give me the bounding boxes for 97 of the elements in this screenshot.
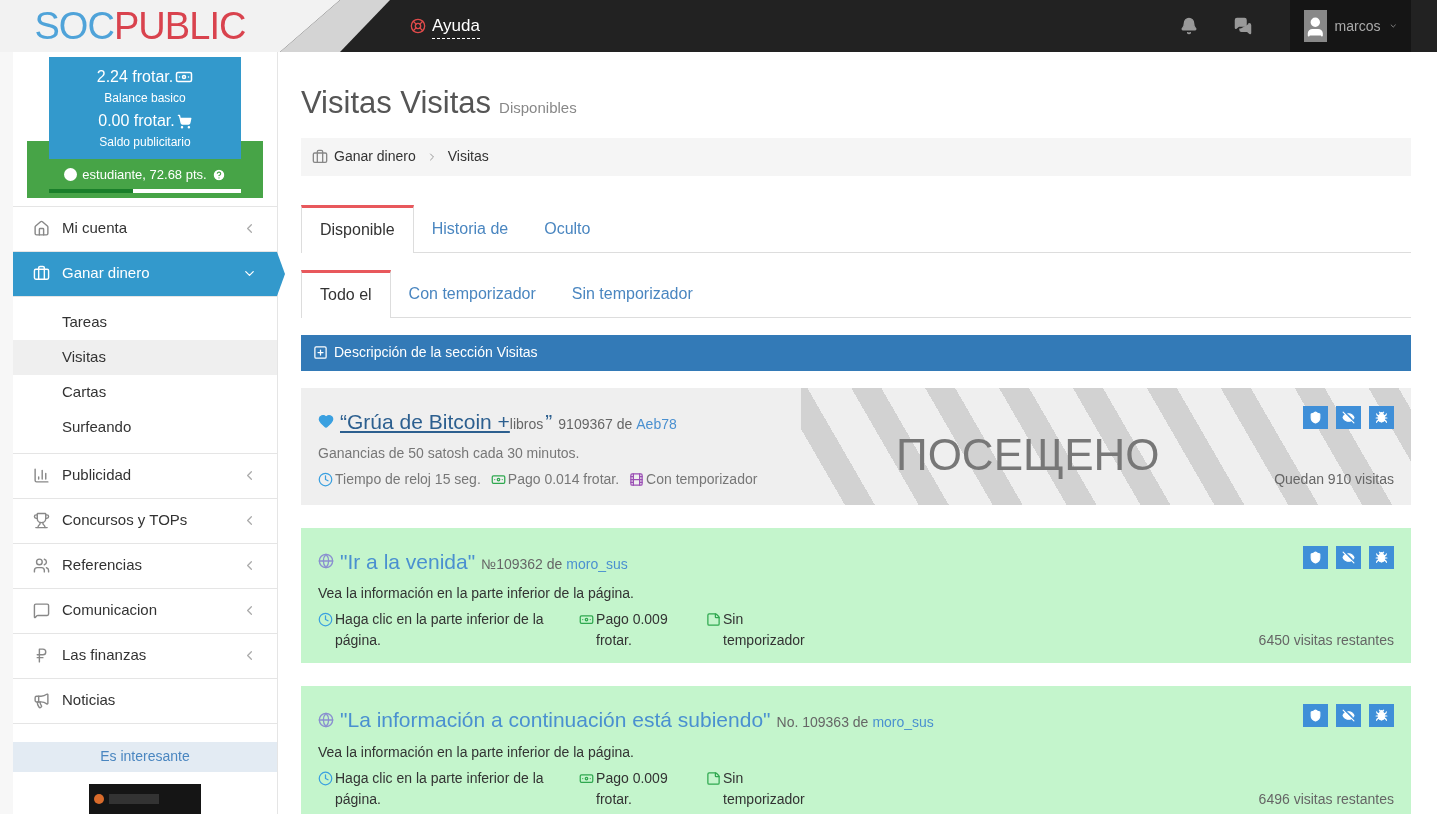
visit-meta: Sin temporizador xyxy=(723,610,806,650)
bug-button[interactable] xyxy=(1369,545,1394,569)
remaining-visits: 6450 visitas restantes xyxy=(1258,631,1394,650)
menu-icon xyxy=(33,602,50,620)
visited-label: ПОСЕЩЕНО xyxy=(896,428,1160,481)
heart-icon xyxy=(318,413,334,430)
tab[interactable]: Todo el xyxy=(301,269,391,318)
lifebuoy-icon xyxy=(410,18,426,34)
tab[interactable]: Sin temporizador xyxy=(553,269,711,318)
main-balance: 2.24 frotar. xyxy=(96,67,174,87)
sidebar-item[interactable]: Mi cuenta xyxy=(13,206,277,252)
banknote-icon xyxy=(490,472,506,487)
hide-icon xyxy=(1342,709,1355,722)
visit-meta: Haga clic en la parte inferior de la página. xyxy=(335,768,545,809)
bug-icon xyxy=(1375,709,1388,722)
menu-icon xyxy=(33,557,50,575)
remaining-visits: 6496 visitas restantes xyxy=(1258,789,1394,809)
clock-icon xyxy=(318,770,333,786)
shield-button[interactable] xyxy=(1303,405,1328,429)
page-title: Visitas Visitas xyxy=(301,84,492,122)
main-balance-label: Balance basico xyxy=(104,90,186,107)
shield-button[interactable] xyxy=(1303,545,1328,569)
menu-icon xyxy=(33,220,50,238)
visit-meta: Pago 0.009 frotar. xyxy=(596,610,669,650)
sidebar-item[interactable]: Las finanzas xyxy=(13,633,277,679)
submenu-item[interactable]: Tareas xyxy=(13,304,277,340)
visit-description: Vea la información en la parte inferior de la página. xyxy=(318,742,635,762)
title-suffix: libros xyxy=(509,414,544,434)
sidebar-item[interactable]: Referencias xyxy=(13,543,277,589)
hide-button[interactable] xyxy=(1336,545,1361,569)
ad-balance-label: Saldo publicitario xyxy=(99,134,191,151)
sidebar-item[interactable]: Comunicacion xyxy=(13,588,277,634)
description-bar[interactable]: Descripción de la sección Visitas xyxy=(301,334,1411,371)
sidebar-item[interactable]: Publicidad xyxy=(13,453,277,499)
messages-icon[interactable] xyxy=(1234,17,1252,35)
menu-icon xyxy=(33,692,50,710)
film-icon xyxy=(629,472,645,487)
help-link[interactable]: Ayuda xyxy=(432,12,480,40)
tab[interactable]: Con temporizador xyxy=(390,269,554,318)
hide-button[interactable] xyxy=(1336,405,1361,429)
menu-icon xyxy=(33,512,50,530)
visit-meta: Pago 0.014 frotar. xyxy=(507,470,620,489)
submenu-item[interactable]: Visitas xyxy=(13,339,277,375)
cart-icon xyxy=(176,113,192,129)
globe-icon xyxy=(318,711,334,728)
breadcrumb-item[interactable]: Ganar dinero xyxy=(334,146,416,167)
briefcase-icon xyxy=(312,148,328,165)
globe-icon xyxy=(318,553,334,570)
visit-number: 9109367 de xyxy=(558,414,633,434)
hide-icon xyxy=(1342,410,1355,424)
visit-description: Vea la información en la parte inferior de la página. xyxy=(318,584,635,603)
clock-icon xyxy=(318,472,333,487)
help-icon[interactable] xyxy=(211,167,226,182)
bug-icon xyxy=(1375,550,1388,564)
hide-icon xyxy=(1342,550,1355,564)
visit-meta: Haga clic en la parte inferior de la página. xyxy=(335,610,545,650)
note-icon xyxy=(706,612,721,627)
logo[interactable]: SOCPUBLIC xyxy=(34,0,246,55)
visit-meta: Tiempo de reloj 15 seg. xyxy=(335,470,481,489)
bug-button[interactable] xyxy=(1369,704,1394,727)
page-subtitle: Disponibles xyxy=(499,98,577,118)
tab[interactable]: Oculto xyxy=(526,204,609,253)
shield-icon xyxy=(1309,550,1322,564)
bug-icon xyxy=(1375,410,1388,424)
hide-button[interactable] xyxy=(1336,704,1361,727)
visit-meta: Sin temporizador xyxy=(723,768,806,809)
sidebar-item[interactable]: Noticias xyxy=(13,678,277,724)
visit-title-link[interactable]: “Grúa de Bitcoin + xyxy=(340,405,510,437)
expand-icon xyxy=(313,345,328,360)
submenu-item[interactable]: Cartas xyxy=(13,374,277,410)
visit-description: Ganancias de 50 satosh cada 30 minutos. xyxy=(318,444,581,463)
remaining-visits: Quedan 910 visitas xyxy=(1274,470,1394,489)
rank-text: estudiante, 72.68 pts. xyxy=(82,166,207,184)
tab[interactable]: Historia de xyxy=(413,204,527,253)
notifications-icon[interactable] xyxy=(1180,17,1198,35)
shield-icon xyxy=(1309,709,1322,722)
avatar-icon xyxy=(1304,10,1327,42)
shield-icon xyxy=(1309,410,1322,424)
bug-button[interactable] xyxy=(1369,405,1394,429)
user-menu[interactable]: marcos xyxy=(1290,0,1411,52)
visit-meta: Con temporizador xyxy=(646,470,758,489)
menu-icon xyxy=(33,265,50,283)
submenu-item[interactable]: Surfeando xyxy=(13,409,277,445)
breadcrumb-item: Visitas xyxy=(447,147,489,166)
clock-icon xyxy=(318,612,333,627)
visit-meta: Pago 0.009 frotar. xyxy=(596,768,669,809)
note-icon xyxy=(706,770,721,786)
ad-balance: 0.00 frotar. xyxy=(98,111,175,131)
shield-button[interactable] xyxy=(1303,704,1328,727)
banknote-icon xyxy=(579,612,595,627)
closing-quote: ” xyxy=(545,408,553,435)
interesting-header: Es interesante xyxy=(13,741,277,772)
visit-number: №109362 de xyxy=(481,554,563,574)
visit-number: No. 109363 de xyxy=(776,713,869,732)
sidebar-item[interactable]: Concursos y TOPs xyxy=(13,498,277,544)
tab[interactable]: Disponible xyxy=(301,204,414,253)
menu-icon xyxy=(33,467,50,485)
